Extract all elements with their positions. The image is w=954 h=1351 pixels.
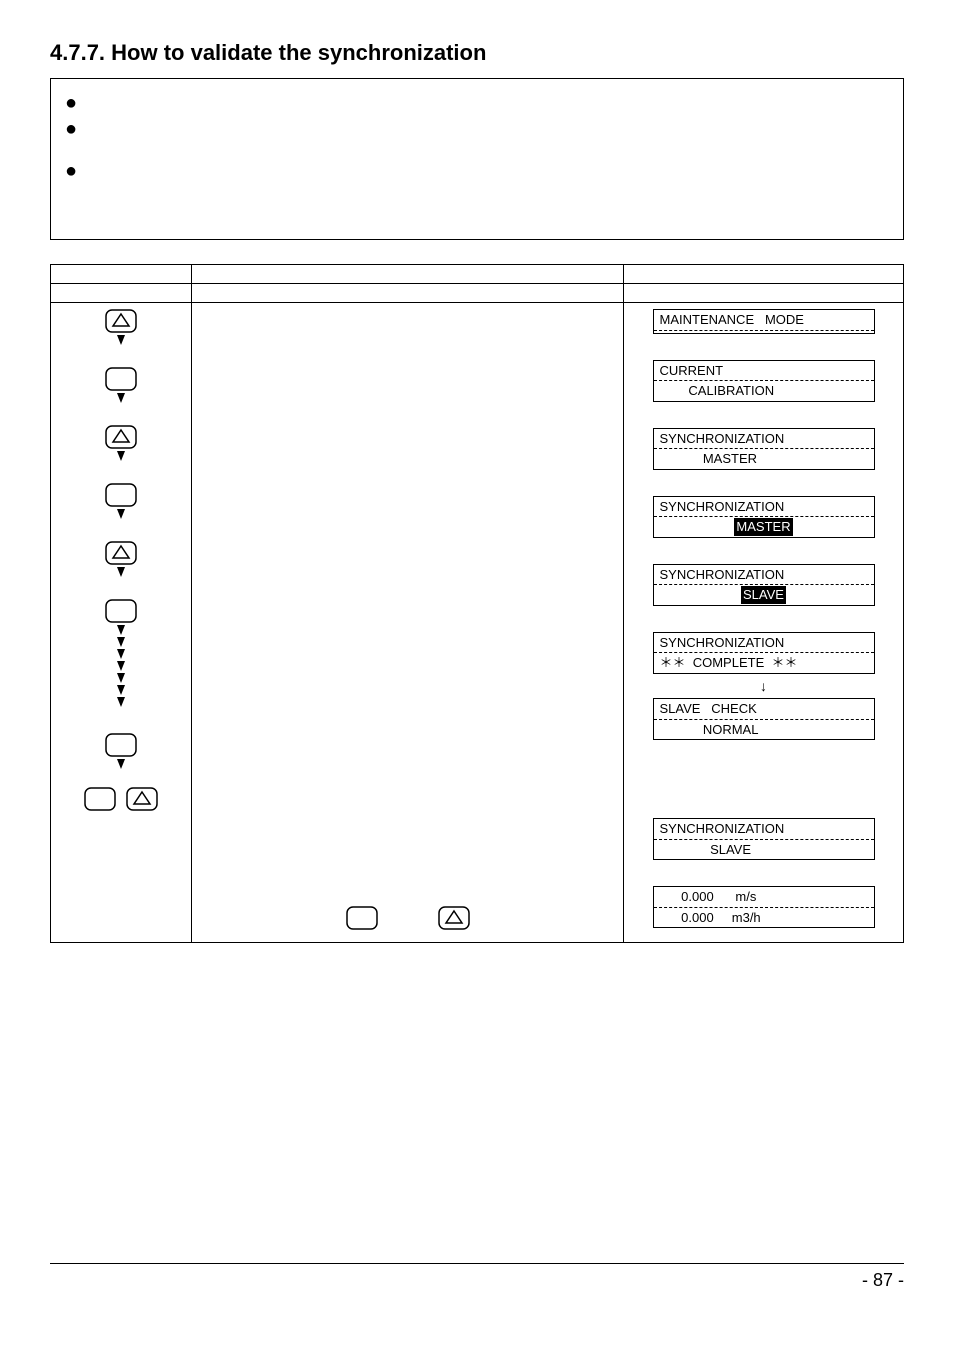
shift-key-icon [105, 309, 137, 333]
shift-key-icon [126, 787, 158, 811]
shift-key-icon [105, 541, 137, 565]
lcd-screen: SLAVE CHECK NORMAL [653, 698, 875, 740]
lcd-line-2: 0.000 m3/h [654, 908, 874, 928]
arrow-down-icon [109, 625, 133, 635]
arrow-down-icon [109, 697, 133, 707]
lcd-line-1: SYNCHRONIZATION [654, 565, 874, 586]
lcd-line-2: CALIBRATION [654, 381, 874, 401]
blank-key-icon [105, 733, 137, 757]
page-number: - 87 - [862, 1270, 904, 1290]
arrow-down-icon [109, 685, 133, 695]
lcd-line-2: NORMAL [654, 720, 874, 740]
arrow-down-icon [109, 759, 133, 769]
flow-arrow-icon: ↓ [760, 678, 767, 694]
arrow-down-icon [109, 451, 133, 461]
lcd-screen: MAINTENANCE MODE [653, 309, 875, 334]
blank-key-icon [346, 906, 378, 930]
arrow-down-icon [109, 673, 133, 683]
arrow-down-icon [109, 649, 133, 659]
arrow-down-icon [109, 567, 133, 577]
lcd-screen: 0.000 m/s 0.000 m3/h [653, 886, 875, 928]
blank-key-icon [105, 367, 137, 391]
section-heading: 4.7.7. How to validate the synchronizati… [50, 40, 904, 66]
arrow-down-icon [109, 661, 133, 671]
blank-key-icon [105, 599, 137, 623]
lcd-screen: SYNCHRONIZATION ＊＊ COMPLETE ＊＊ [653, 632, 875, 674]
lcd-line-2: MASTER [654, 449, 874, 469]
lcd-line-1: SLAVE CHECK [654, 699, 874, 720]
arrow-down-icon [109, 637, 133, 647]
blank-key-icon [84, 787, 116, 811]
arrow-down-icon [109, 509, 133, 519]
blank-key-icon [105, 483, 137, 507]
lcd-line-2: SLAVE [654, 840, 874, 860]
lcd-line-1: SYNCHRONIZATION [654, 819, 874, 840]
page-footer: - 87 - [50, 1263, 904, 1291]
lcd-line-1: SYNCHRONIZATION [654, 633, 874, 654]
lcd-line-1: CURRENT [654, 361, 874, 382]
lcd-screen: CURRENT CALIBRATION [653, 360, 875, 402]
shift-key-icon [105, 425, 137, 449]
display-column: MAINTENANCE MODE CURRENT CALIBRATION SYN… [623, 303, 903, 942]
notes-box: ● ● ● [50, 78, 904, 240]
lcd-screen: SYNCHRONIZATION SLAVE [653, 564, 875, 606]
lcd-line-1: SYNCHRONIZATION [654, 497, 874, 518]
lcd-screen: SYNCHRONIZATION MASTER [653, 496, 875, 538]
bullet-icon: ● [65, 117, 889, 141]
lcd-line-1: SYNCHRONIZATION [654, 429, 874, 450]
lcd-line-2: ＊＊ COMPLETE ＊＊ [654, 653, 874, 673]
bullet-icon: ● [65, 91, 889, 115]
lcd-screen: SYNCHRONIZATION MASTER [653, 428, 875, 470]
lcd-line-1: 0.000 m/s [654, 887, 874, 908]
lcd-line-2: MASTER [654, 517, 874, 537]
arrow-down-icon [109, 335, 133, 345]
shift-key-icon [438, 906, 470, 930]
lcd-screen: SYNCHRONIZATION SLAVE [653, 818, 875, 860]
procedure-table: MAINTENANCE MODE CURRENT CALIBRATION SYN… [50, 264, 904, 943]
key-column [51, 303, 191, 942]
bullet-icon: ● [65, 159, 889, 183]
lcd-line-2 [654, 331, 874, 333]
lcd-line-1: MAINTENANCE MODE [654, 310, 874, 331]
lcd-line-2: SLAVE [654, 585, 874, 605]
middle-column [191, 303, 623, 942]
arrow-down-icon [109, 393, 133, 403]
